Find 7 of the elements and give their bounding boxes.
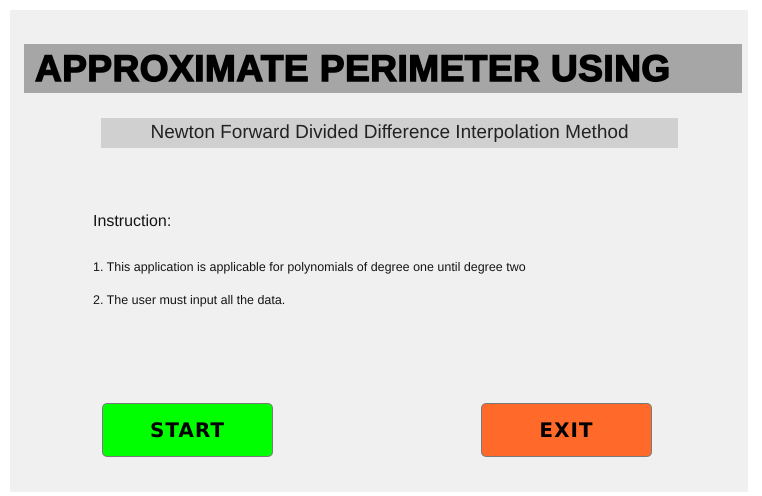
title-banner: APPROXIMATE PERIMETER USING xyxy=(24,44,742,93)
instruction-heading: Instruction: xyxy=(93,213,172,231)
instruction-text: 1. This application is applicable for polynomials of degree one until degree two xyxy=(93,260,527,274)
exit-button[interactable]: EXIT xyxy=(481,403,652,457)
subtitle: Newton Forward Divided Difference Interpolation Method xyxy=(101,118,678,148)
instruction-text: 2. The user must input all the data. xyxy=(93,293,286,307)
start-button[interactable]: START xyxy=(102,403,273,457)
